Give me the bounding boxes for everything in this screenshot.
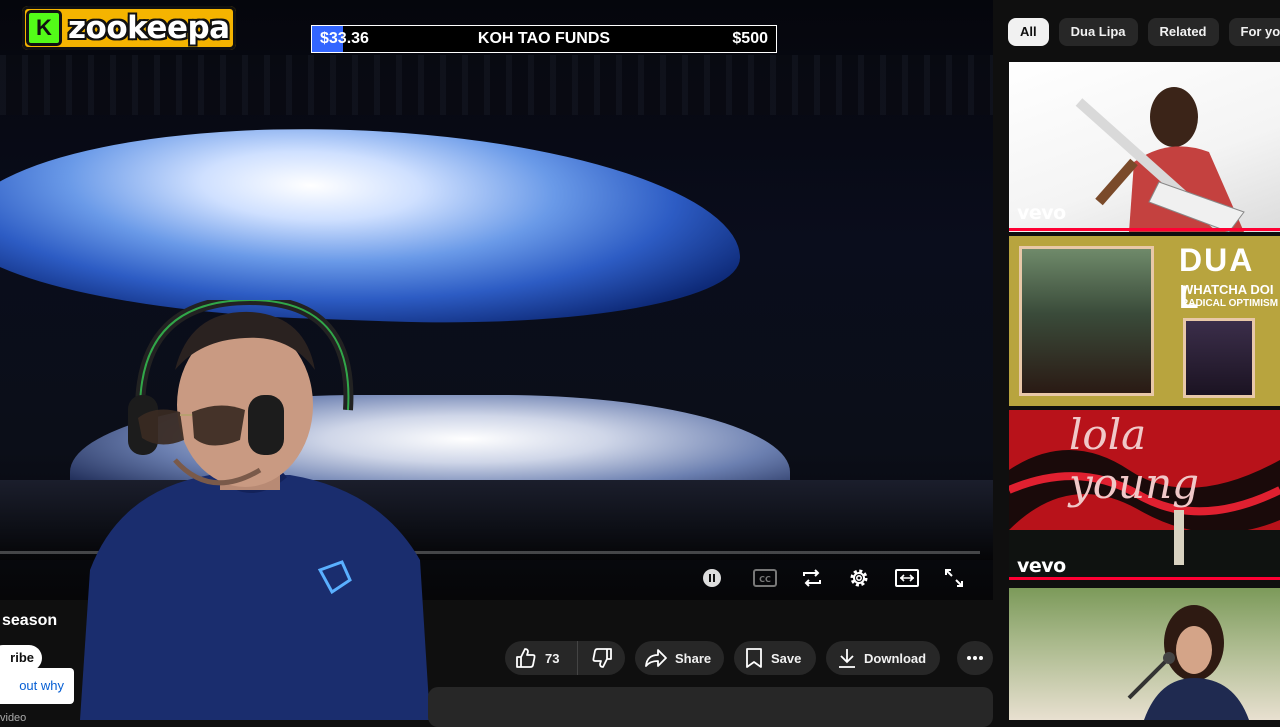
- share-label: Share: [675, 651, 711, 666]
- share-icon: [645, 648, 667, 668]
- save-button[interactable]: Save: [734, 641, 816, 675]
- thumb-title-line3: RADICAL OPTIMISM: [1181, 298, 1278, 309]
- streamer-logo: K zookeepa: [22, 6, 236, 50]
- chip-for-you[interactable]: For you: [1229, 18, 1280, 46]
- funds-title: KOH TAO FUNDS: [312, 30, 776, 48]
- captions-icon: CC: [753, 569, 777, 587]
- chip-related[interactable]: Related: [1148, 18, 1219, 46]
- download-label: Download: [864, 651, 926, 666]
- bookmark-icon: [745, 648, 763, 668]
- filter-chips: All Dua Lipa Related For you: [1008, 18, 1280, 46]
- like-dislike-group: 73: [505, 641, 625, 675]
- headphone-earcup: [248, 395, 284, 455]
- download-icon: [838, 648, 856, 668]
- funds-goal: $500: [732, 30, 768, 48]
- more-horizontal-icon: [966, 655, 984, 661]
- thumb-title-line2: WHATCHA DOI: [1181, 282, 1273, 297]
- vevo-badge: vevo: [1017, 202, 1066, 224]
- thumb-script-title: lola young: [1069, 410, 1280, 508]
- loop-icon: [801, 569, 823, 587]
- thumbnail-image: [1009, 588, 1280, 720]
- thumbs-up-icon: [515, 647, 537, 669]
- chip-all[interactable]: All: [1008, 18, 1049, 46]
- watch-progress: [1009, 228, 1280, 231]
- save-label: Save: [771, 651, 801, 666]
- stage-truss: [0, 55, 993, 115]
- dislike-button[interactable]: [578, 641, 625, 675]
- fullscreen-button[interactable]: [942, 566, 966, 590]
- captions-button[interactable]: CC: [752, 566, 778, 590]
- streamer-name: zookeepa: [68, 10, 230, 46]
- kick-logo-icon: K: [26, 10, 62, 46]
- chip-dua-lipa[interactable]: Dua Lipa: [1059, 18, 1138, 46]
- pause-button[interactable]: [700, 566, 724, 590]
- like-button[interactable]: 73: [505, 641, 578, 675]
- dua-photo-right: [1183, 318, 1255, 398]
- miniplayer-icon: [895, 569, 919, 587]
- more-actions-button[interactable]: [957, 641, 993, 675]
- thumbnail-related-3[interactable]: lola young vevo: [1009, 410, 1280, 580]
- download-button[interactable]: Download: [826, 641, 940, 675]
- watch-progress: [1009, 577, 1280, 580]
- loop-button[interactable]: [800, 566, 824, 590]
- pause-icon: [703, 569, 721, 587]
- dua-photo-left: [1019, 246, 1154, 396]
- video-title: season: [2, 612, 57, 630]
- like-count: 73: [545, 651, 559, 666]
- thumbs-down-icon: [591, 647, 613, 669]
- webcam-overlay: [80, 300, 430, 720]
- description-snippet: video: [0, 712, 26, 724]
- fullscreen-icon: [944, 568, 964, 588]
- settings-icon: [848, 567, 870, 589]
- miniplayer-button[interactable]: [894, 566, 920, 590]
- thumbnail-related-4[interactable]: [1009, 588, 1280, 720]
- share-button[interactable]: Share: [635, 641, 724, 675]
- vevo-badge: vevo: [1017, 555, 1066, 577]
- funds-goal-bar: $33.36 KOH TAO FUNDS $500: [311, 25, 777, 53]
- thumbnail-related-2[interactable]: DUA L WHATCHA DOI RADICAL OPTIMISM: [1009, 236, 1280, 406]
- description-box[interactable]: [428, 687, 993, 727]
- thumbnail-related-1[interactable]: vevo: [1009, 62, 1280, 232]
- svg-text:CC: CC: [759, 575, 771, 584]
- settings-button[interactable]: [847, 566, 871, 590]
- find-out-why-link[interactable]: out why: [0, 668, 74, 704]
